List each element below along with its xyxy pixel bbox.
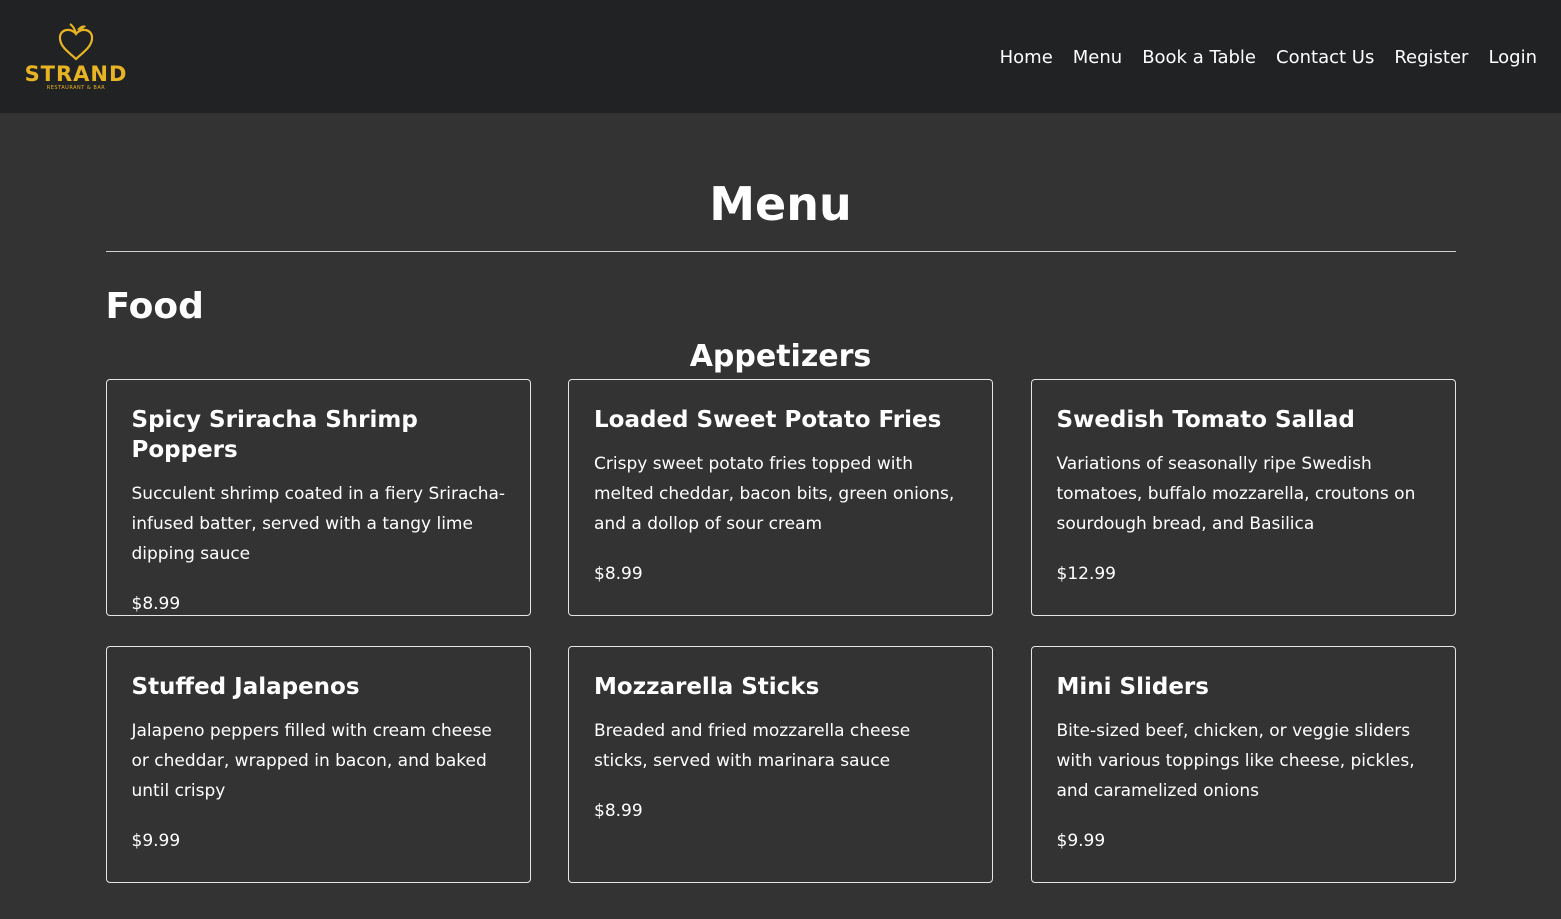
page-title: Menu: [709, 177, 852, 231]
menu-item-price: $12.99: [1056, 564, 1116, 584]
menu-item-card: Mini Sliders Bite-sized beef, chicken, o…: [1030, 646, 1456, 883]
nav-login[interactable]: Login: [1478, 47, 1547, 68]
brand-name: STRAND: [24, 62, 128, 86]
menu-item-price: $8.99: [594, 801, 643, 821]
menu-item-description: Succulent shrimp coated in a fiery Srira…: [131, 484, 506, 564]
nav-register[interactable]: Register: [1384, 47, 1478, 68]
menu-item-name: Mini Sliders: [1056, 674, 1209, 700]
main-content: Menu Food Appetizers Spicy Sriracha Shri…: [105, 113, 1456, 883]
menu-item-card: Loaded Sweet Potato Fries Crispy sweet p…: [568, 379, 993, 616]
nav-menu[interactable]: Menu: [1063, 47, 1132, 68]
menu-item-card: Stuffed Jalapenos Jalapeno peppers fille…: [105, 646, 531, 883]
brand-tagline: RESTAURANT & BAR: [46, 85, 106, 91]
menu-item-name: Stuffed Jalapenos: [131, 674, 360, 700]
menu-item-name: Swedish Tomato Sallad: [1056, 407, 1355, 433]
menu-item-description: Jalapeno peppers filled with cream chees…: [131, 721, 492, 801]
nav-book-a-table[interactable]: Book a Table: [1132, 47, 1266, 68]
menu-item-name: Spicy Sriracha Shrimp Poppers: [131, 407, 418, 463]
menu-item-description: Variations of seasonally ripe Swedish to…: [1056, 454, 1416, 534]
brand-logo[interactable]: STRAND RESTAURANT & BAR: [25, 22, 126, 91]
subsection-title: Appetizers: [689, 339, 872, 374]
menu-item-card: Spicy Sriracha Shrimp Poppers Succulent …: [105, 379, 531, 616]
menu-item-price: $9.99: [1056, 831, 1106, 851]
menu-item-name: Mozzarella Sticks: [594, 674, 820, 700]
menu-item-card: Mozzarella Sticks Breaded and fried mozz…: [568, 646, 993, 883]
nav-home[interactable]: Home: [990, 47, 1063, 68]
title-divider: [105, 251, 1456, 252]
section-title: Food: [105, 286, 204, 327]
menu-item-price: $8.99: [131, 594, 181, 614]
menu-item-description: Breaded and fried mozzarella cheese stic…: [594, 721, 911, 771]
menu-item-description: Bite-sized beef, chicken, or veggie slid…: [1056, 721, 1415, 801]
menu-item-description: Crispy sweet potato fries topped with me…: [594, 454, 955, 534]
menu-item-card: Swedish Tomato Sallad Variations of seas…: [1030, 379, 1456, 616]
navbar: STRAND RESTAURANT & BAR Home Menu Book a…: [0, 0, 1561, 113]
menu-item-price: $9.99: [131, 831, 181, 851]
nav-contact-us[interactable]: Contact Us: [1266, 47, 1384, 68]
menu-item-name: Loaded Sweet Potato Fries: [594, 407, 942, 433]
nav-links: Home Menu Book a Table Contact Us Regist…: [990, 47, 1547, 68]
menu-item-price: $8.99: [594, 564, 643, 584]
menu-grid: Spicy Sriracha Shrimp Poppers Succulent …: [105, 379, 1456, 883]
heart-apple-icon: [58, 23, 94, 61]
